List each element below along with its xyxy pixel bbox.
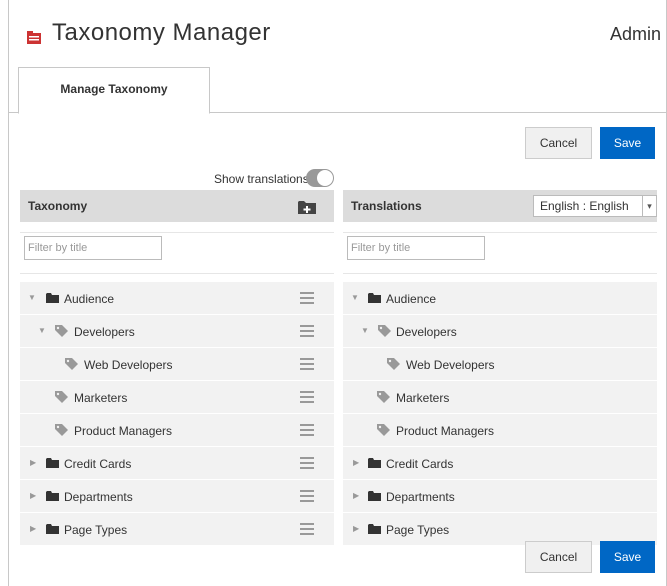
toggle-knob — [317, 170, 333, 186]
drag-handle-icon[interactable] — [300, 457, 314, 469]
translation-row-audience[interactable]: ▼ Audience — [343, 282, 657, 315]
drag-handle-icon[interactable] — [300, 523, 314, 535]
caret-right-icon[interactable]: ▶ — [30, 491, 40, 501]
caret-down-icon[interactable]: ▼ — [38, 326, 48, 336]
add-folder-icon[interactable] — [298, 200, 316, 214]
translations-panel-title: Translations — [351, 199, 422, 213]
tree-item-label: Web Developers — [84, 358, 173, 372]
tree-item-label: Developers — [396, 325, 457, 339]
folder-icon — [46, 491, 59, 501]
tag-icon — [377, 424, 390, 436]
tree-row-web-developers[interactable]: Web Developers — [20, 348, 334, 381]
tree-item-label: Product Managers — [396, 424, 495, 438]
tree-item-label: Audience — [64, 292, 115, 306]
taxonomy-panel-header: Taxonomy — [20, 190, 334, 222]
tag-icon — [387, 358, 400, 370]
translations-filter-input[interactable] — [347, 236, 485, 260]
tab-manage-taxonomy[interactable]: Manage Taxonomy — [18, 67, 210, 114]
tree-item-label: Developers — [74, 325, 135, 339]
tree-item-label: Credit Cards — [386, 457, 454, 471]
caret-down-icon[interactable]: ▼ — [361, 326, 371, 336]
save-button-top[interactable]: Save — [600, 127, 655, 159]
drag-handle-icon[interactable] — [300, 292, 314, 304]
drag-handle-icon[interactable] — [300, 490, 314, 502]
cancel-button-bottom[interactable]: Cancel — [525, 541, 592, 573]
tree-row-page-types[interactable]: ▶ Page Types — [20, 513, 334, 546]
caret-right-icon[interactable]: ▶ — [30, 458, 40, 468]
translations-filter-bar — [343, 232, 657, 274]
cancel-button-top[interactable]: Cancel — [525, 127, 592, 159]
caret-right-icon[interactable]: ▶ — [30, 524, 40, 534]
taxonomy-filter-input[interactable] — [24, 236, 162, 260]
translation-row-developers[interactable]: ▼ Developers — [343, 315, 657, 348]
tag-icon — [55, 424, 68, 436]
tree-row-audience[interactable]: ▼ Audience — [20, 282, 334, 315]
translations-panel: Translations English : English ▾ ▼ Audie… — [343, 190, 657, 546]
taxonomy-filter-bar — [20, 232, 334, 274]
tree-item-label: Credit Cards — [64, 457, 132, 471]
translation-row-web-developers[interactable]: Web Developers — [343, 348, 657, 381]
show-translations-toggle[interactable] — [306, 169, 334, 187]
tag-icon — [377, 391, 390, 403]
folder-icon — [368, 293, 381, 303]
taxonomy-panel: Taxonomy ▼ Audience ▼ Developers Web Dev… — [20, 190, 334, 546]
chevron-down-icon: ▾ — [642, 196, 656, 216]
caret-right-icon[interactable]: ▶ — [353, 458, 363, 468]
taxonomy-tree: ▼ Audience ▼ Developers Web Developers M… — [20, 282, 334, 546]
tree-row-credit-cards[interactable]: ▶ Credit Cards — [20, 447, 334, 480]
tag-icon — [378, 325, 391, 337]
folder-icon — [368, 458, 381, 468]
folder-icon — [46, 293, 59, 303]
tree-item-label: Page Types — [386, 523, 450, 537]
app-header: Taxonomy Manager Admin — [8, 0, 667, 70]
tag-icon — [55, 325, 68, 337]
tree-item-label: Audience — [386, 292, 437, 306]
drag-handle-icon[interactable] — [300, 424, 314, 436]
tree-item-label: Page Types — [64, 523, 128, 537]
tree-row-developers[interactable]: ▼ Developers — [20, 315, 334, 348]
tree-item-label: Departments — [64, 490, 133, 504]
tree-row-departments[interactable]: ▶ Departments — [20, 480, 334, 513]
language-select[interactable]: English : English ▾ — [533, 195, 657, 217]
folder-icon — [46, 524, 59, 534]
tree-row-marketers[interactable]: Marketers — [20, 381, 334, 414]
tab-bar: Manage Taxonomy — [8, 67, 667, 114]
caret-down-icon[interactable]: ▼ — [28, 293, 38, 303]
caret-down-icon[interactable]: ▼ — [351, 293, 361, 303]
drag-handle-icon[interactable] — [300, 391, 314, 403]
translation-row-product-managers[interactable]: Product Managers — [343, 414, 657, 447]
language-select-value: English : English — [540, 199, 629, 213]
user-name[interactable]: Admin — [610, 24, 661, 45]
translations-tree: ▼ Audience ▼ Developers Web Developers M… — [343, 282, 657, 546]
tree-item-label: Departments — [386, 490, 455, 504]
translation-row-marketers[interactable]: Marketers — [343, 381, 657, 414]
caret-right-icon[interactable]: ▶ — [353, 524, 363, 534]
folder-icon — [368, 491, 381, 501]
show-translations-label: Show translations — [214, 172, 309, 186]
tree-item-label: Web Developers — [406, 358, 495, 372]
save-button-bottom[interactable]: Save — [600, 541, 655, 573]
taxonomy-app-icon — [27, 31, 41, 44]
tree-item-label: Product Managers — [74, 424, 173, 438]
translations-panel-header: Translations English : English ▾ — [343, 190, 657, 222]
translation-row-departments[interactable]: ▶ Departments — [343, 480, 657, 513]
tree-item-label: Marketers — [74, 391, 128, 405]
tree-row-product-managers[interactable]: Product Managers — [20, 414, 334, 447]
caret-right-icon[interactable]: ▶ — [353, 491, 363, 501]
app-title: Taxonomy Manager — [52, 19, 271, 46]
tree-item-label: Marketers — [396, 391, 450, 405]
tag-icon — [55, 391, 68, 403]
drag-handle-icon[interactable] — [300, 325, 314, 337]
folder-icon — [46, 458, 59, 468]
tag-icon — [65, 358, 78, 370]
drag-handle-icon[interactable] — [300, 358, 314, 370]
translation-row-credit-cards[interactable]: ▶ Credit Cards — [343, 447, 657, 480]
folder-icon — [368, 524, 381, 534]
taxonomy-panel-title: Taxonomy — [28, 199, 88, 213]
